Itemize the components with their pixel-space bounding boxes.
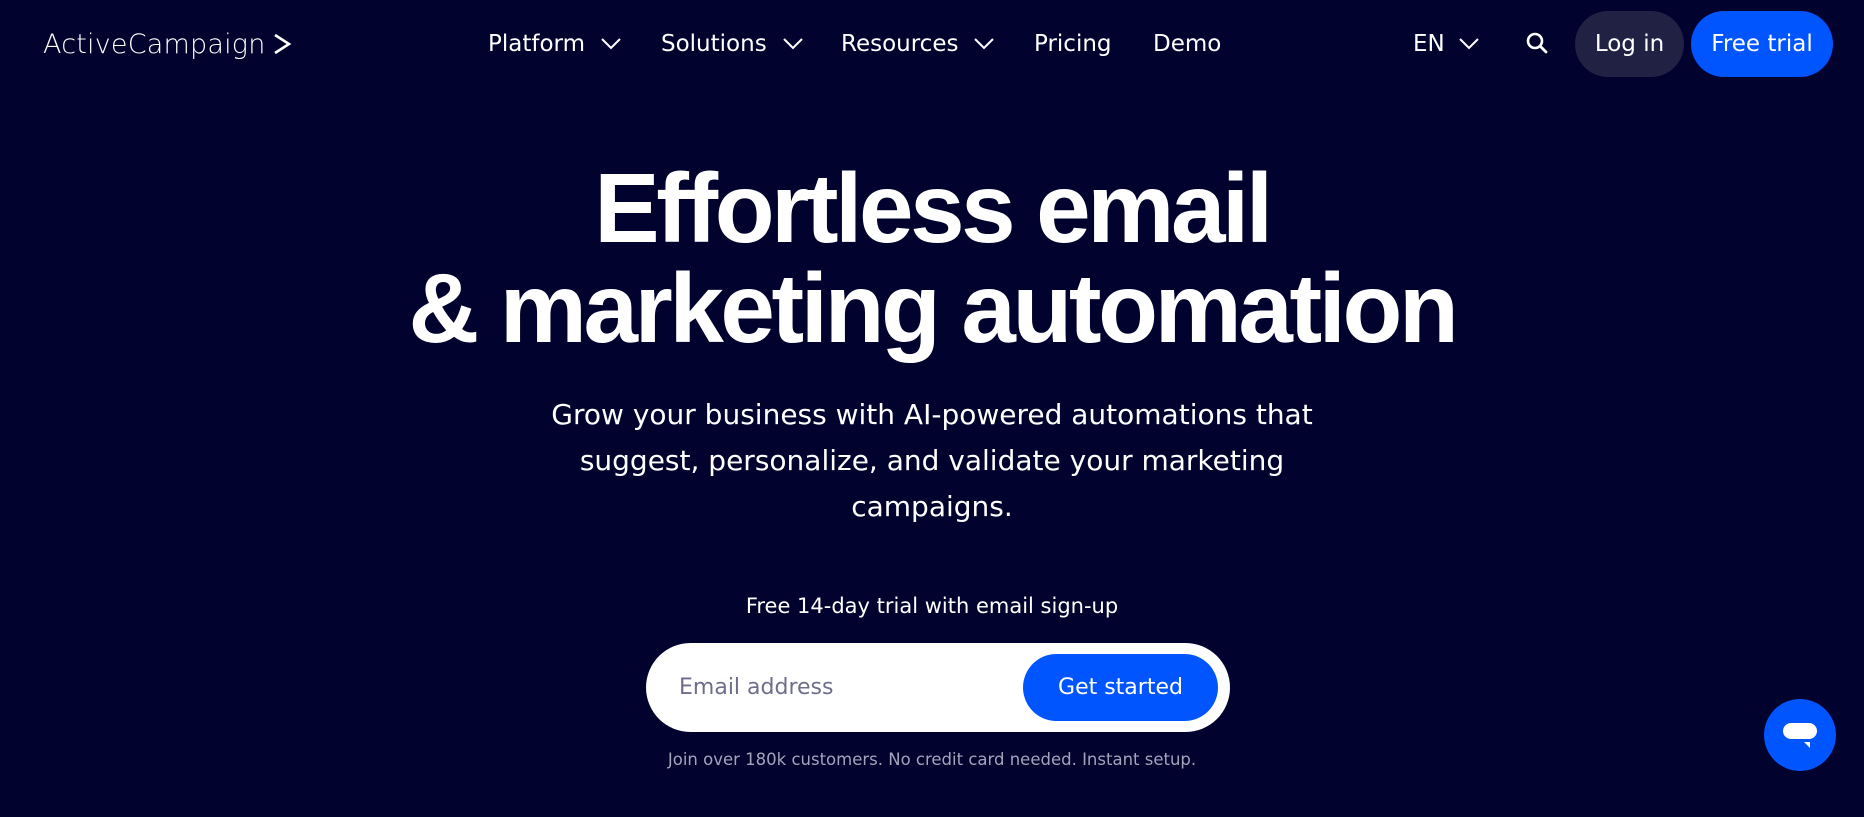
free-trial-button[interactable]: Free trial — [1691, 11, 1833, 77]
language-selector[interactable]: EN — [1413, 24, 1479, 64]
page: ActiveCampaign Platform Solutions Resour… — [0, 0, 1864, 817]
logo-text: ActiveCampaign — [43, 28, 266, 60]
chevron-right-icon — [273, 33, 291, 55]
chevron-down-icon — [1459, 38, 1479, 50]
nav-item-platform[interactable]: Platform — [488, 24, 621, 64]
nav-item-resources[interactable]: Resources — [841, 24, 995, 64]
nav-item-label: Resources — [841, 31, 959, 57]
headline-line: & marketing automation — [408, 253, 1459, 363]
chat-widget-button[interactable] — [1764, 699, 1836, 771]
headline-line: Effortless email — [594, 153, 1273, 263]
nav-item-solutions[interactable]: Solutions — [661, 24, 803, 64]
chevron-down-icon — [782, 38, 803, 50]
nav-item-label: Demo — [1153, 31, 1222, 57]
chat-bubble-icon — [1783, 723, 1817, 748]
hero-subtitle: Grow your business with AI-powered autom… — [0, 392, 1864, 530]
subtitle-line: campaigns. — [851, 490, 1013, 523]
nav-item-label: Pricing — [1034, 31, 1112, 57]
nav-item-demo[interactable]: Demo — [1153, 24, 1221, 64]
signup-form: Get started — [646, 643, 1230, 732]
trial-label: Free 14-day trial with email sign-up — [745, 594, 1119, 618]
email-input[interactable] — [679, 665, 1009, 710]
login-button[interactable]: Log in — [1575, 11, 1684, 77]
subtitle-line: suggest, personalize, and validate your … — [579, 444, 1285, 477]
nav-item-label: Solutions — [661, 31, 767, 57]
logo-link[interactable]: ActiveCampaign — [43, 26, 292, 62]
chevron-down-icon — [974, 38, 995, 50]
chevron-down-icon — [601, 38, 621, 50]
search-icon — [1526, 32, 1548, 54]
nav-item-pricing[interactable]: Pricing — [1034, 24, 1112, 64]
get-started-button[interactable]: Get started — [1023, 654, 1218, 721]
language-label: EN — [1413, 31, 1445, 57]
subtitle-line: Grow your business with AI-powered autom… — [551, 398, 1313, 431]
hero-headline: Effortless email & marketing automation — [0, 158, 1864, 358]
signup-disclaimer: Join over 180k customers. No credit card… — [667, 750, 1197, 769]
nav-item-label: Platform — [488, 31, 585, 57]
search-button[interactable] — [1522, 28, 1552, 58]
